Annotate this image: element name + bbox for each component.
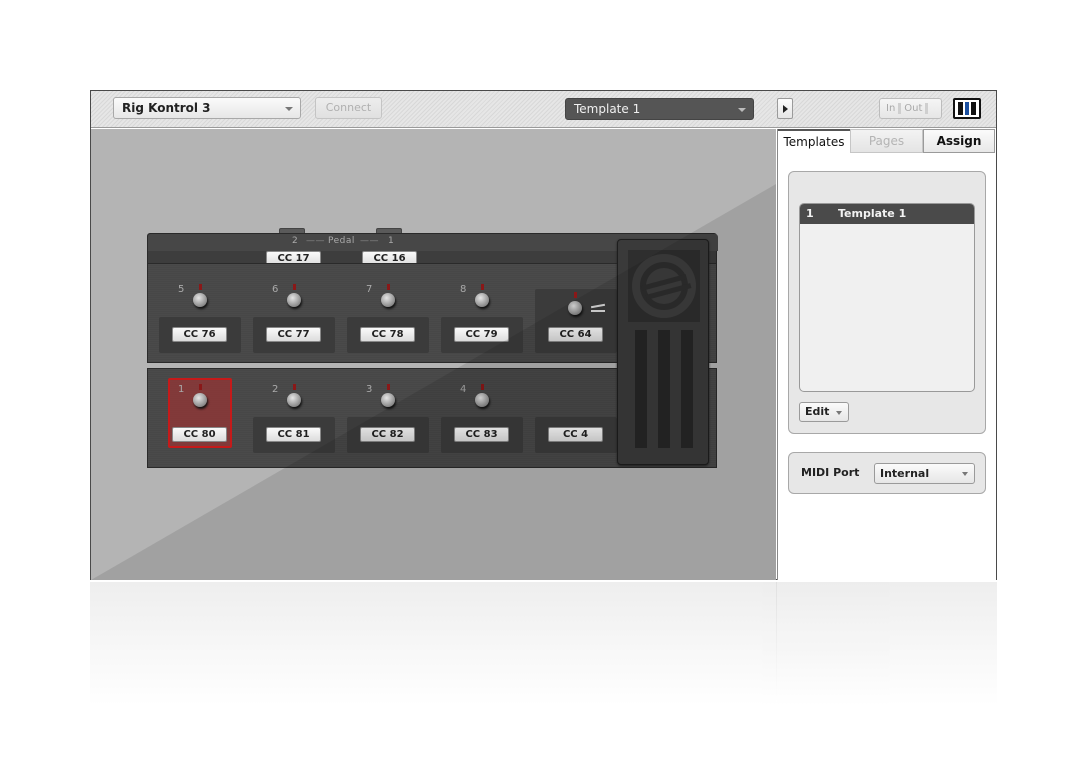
midi-port-group: MIDI Port Internal — [788, 452, 986, 494]
ni-logo-icon — [953, 98, 981, 119]
toolbar: Rig Kontrol 3 Connect Template 1 In Out — [91, 91, 996, 128]
switch-number: 8 — [460, 284, 467, 295]
footswitch-toe[interactable] — [568, 301, 582, 315]
template-select-value: Template 1 — [574, 102, 641, 116]
footswitch-7[interactable] — [381, 293, 395, 307]
switch-number: 5 — [178, 284, 185, 295]
chevron-down-icon — [738, 108, 746, 112]
in-led — [898, 102, 902, 114]
switch-1-cc[interactable]: CC 80 — [172, 427, 227, 442]
rig-kontrol-device: 2 —— Pedal —— 1 CC 17 CC 16 5 CC 76 6 CC… — [147, 228, 718, 469]
led-icon — [199, 284, 202, 290]
led-icon — [481, 284, 484, 290]
footswitch-2[interactable] — [287, 393, 301, 407]
footswitch-1[interactable] — [193, 393, 207, 407]
tab-templates[interactable]: Templates — [778, 129, 850, 153]
out-label: Out — [904, 103, 923, 114]
footswitch-4[interactable] — [475, 393, 489, 407]
chevron-down-icon — [836, 411, 842, 415]
led-icon — [293, 384, 296, 390]
toe-switch-cc[interactable]: CC 64 — [548, 327, 603, 342]
midi-port-value: Internal — [880, 467, 930, 480]
switch-8-cc[interactable]: CC 79 — [454, 327, 509, 342]
sidebar-tabs: Templates Pages Assign — [778, 129, 997, 153]
led-icon — [293, 284, 296, 290]
edit-dropdown[interactable]: Edit — [799, 402, 849, 422]
in-label: In — [886, 103, 896, 114]
switch-3-cc[interactable]: CC 82 — [360, 427, 415, 442]
midi-port-label: MIDI Port — [801, 466, 860, 479]
switch-2-cc[interactable]: CC 81 — [266, 427, 321, 442]
switch-number: 1 — [178, 384, 185, 395]
switch-5-cc[interactable]: CC 76 — [172, 327, 227, 342]
switch-number: 2 — [272, 384, 279, 395]
expand-button[interactable] — [777, 98, 793, 119]
led-icon — [387, 384, 390, 390]
connect-button[interactable]: Connect — [315, 97, 382, 119]
switch-6-cc[interactable]: CC 77 — [266, 327, 321, 342]
footswitch-8[interactable] — [475, 293, 489, 307]
footswitch-6[interactable] — [287, 293, 301, 307]
expression-pedal[interactable] — [617, 239, 709, 465]
switch-number: 6 — [272, 284, 279, 295]
midi-port-select[interactable]: Internal — [874, 463, 975, 484]
templates-group: 1 Template 1 Edit — [788, 171, 986, 434]
footswitch-5[interactable] — [193, 293, 207, 307]
expression-cc[interactable]: CC 4 — [548, 427, 603, 442]
device-select-value: Rig Kontrol 3 — [122, 101, 211, 115]
switch-number: 3 — [366, 384, 373, 395]
template-list[interactable]: 1 Template 1 — [799, 203, 975, 392]
led-icon — [199, 384, 202, 390]
led-icon — [387, 284, 390, 290]
switch-4-cc[interactable]: CC 83 — [454, 427, 509, 442]
pedal-label: Pedal — [328, 236, 355, 246]
led-icon — [574, 292, 577, 298]
device-select[interactable]: Rig Kontrol 3 — [113, 97, 301, 119]
pedal-2-number: 2 — [292, 236, 299, 246]
sidebar: Templates Pages Assign 1 Template 1 Edit … — [777, 129, 996, 580]
footswitch-3[interactable] — [381, 393, 395, 407]
midi-activity-indicator: In Out — [879, 98, 942, 119]
edit-label: Edit — [805, 405, 830, 418]
window-reflection — [90, 582, 997, 712]
switch-number: 7 — [366, 284, 373, 295]
app-window: Rig Kontrol 3 Connect Template 1 In Out 2… — [90, 90, 997, 580]
switch-7-cc[interactable]: CC 78 — [360, 327, 415, 342]
tab-pages[interactable]: Pages — [850, 129, 923, 153]
chevron-down-icon — [285, 107, 293, 111]
list-item[interactable]: 1 Template 1 — [800, 204, 974, 224]
led-icon — [481, 384, 484, 390]
pedal-1-number: 1 — [388, 236, 395, 246]
play-arrow-icon — [783, 105, 788, 113]
out-led — [925, 102, 929, 114]
rig-kontrol-logo-icon — [632, 254, 696, 318]
template-select[interactable]: Template 1 — [565, 98, 754, 120]
tab-assign[interactable]: Assign — [923, 129, 995, 153]
template-name: Template 1 — [838, 207, 907, 220]
device-canvas: 2 —— Pedal —— 1 CC 17 CC 16 5 CC 76 6 CC… — [91, 129, 776, 580]
template-index: 1 — [806, 207, 814, 220]
chevron-down-icon — [962, 472, 968, 476]
switch-number: 4 — [460, 384, 467, 395]
